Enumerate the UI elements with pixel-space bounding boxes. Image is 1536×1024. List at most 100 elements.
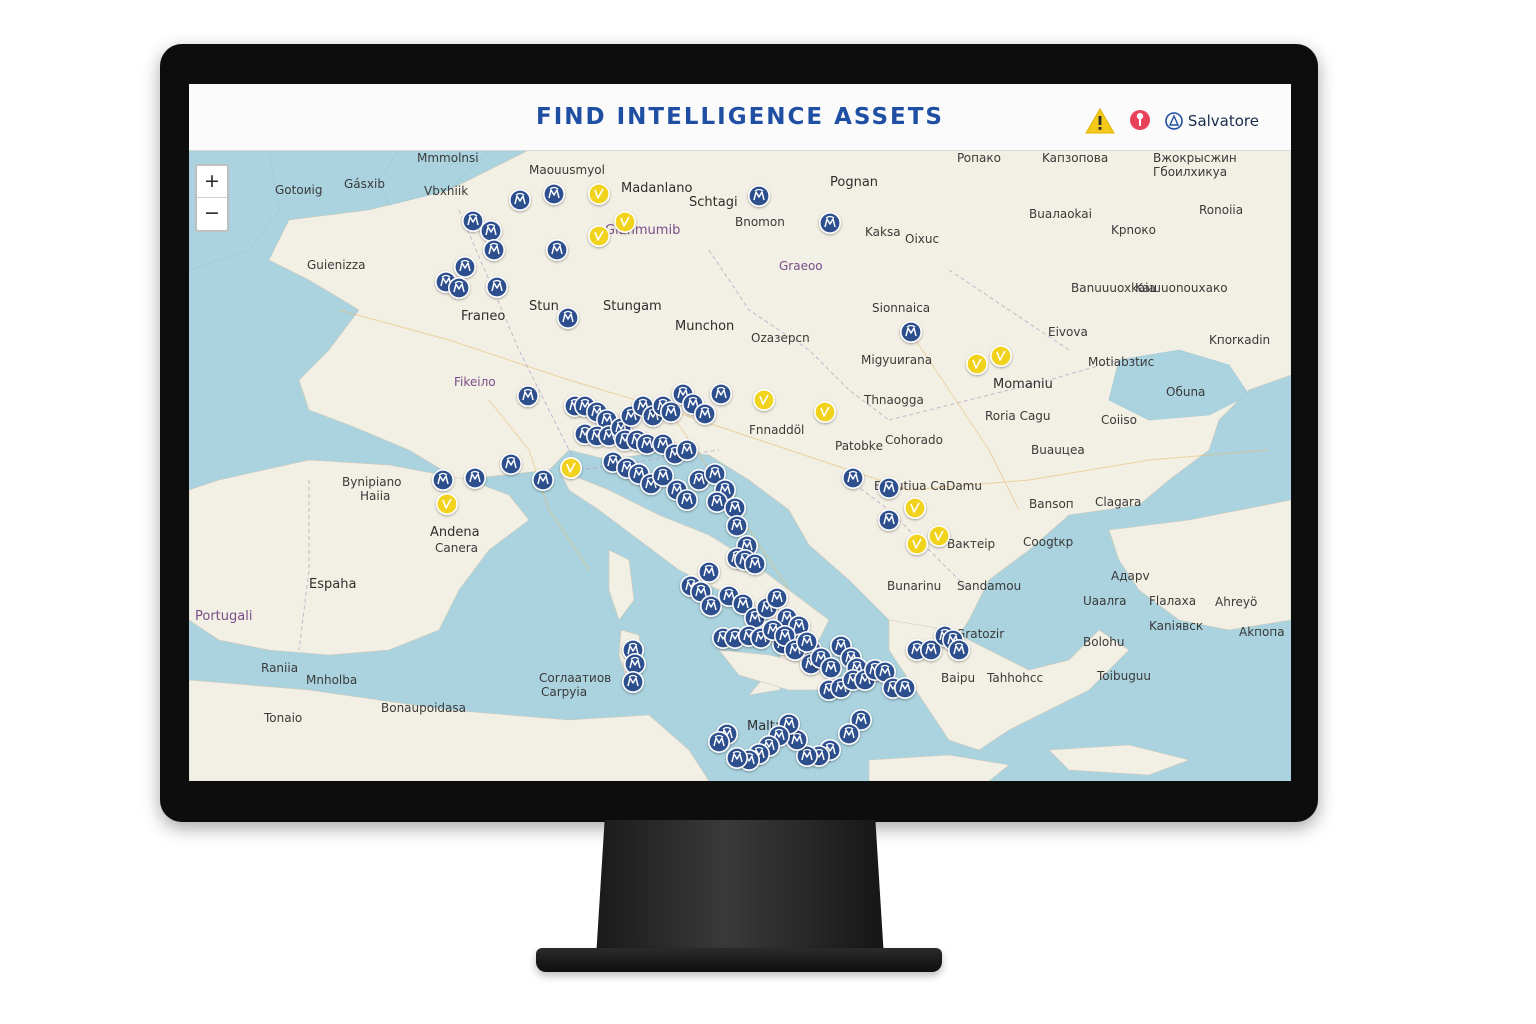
user-icon <box>1165 112 1183 130</box>
map-label: Tonaio <box>263 711 302 725</box>
intelligence-asset-blue-marker[interactable] <box>453 255 477 279</box>
intelligence-asset-blue-marker[interactable] <box>479 219 503 243</box>
map-label: Oixuc <box>905 232 939 246</box>
intelligence-asset-blue-marker[interactable] <box>482 238 506 262</box>
intelligence-asset-yellow-marker[interactable] <box>435 492 459 516</box>
map-label: Bolohu <box>1083 635 1124 649</box>
map-label: Coogtкр <box>1023 535 1073 549</box>
intelligence-asset-blue-marker[interactable] <box>947 638 971 662</box>
intelligence-asset-blue-marker[interactable] <box>508 188 532 212</box>
intelligence-asset-yellow-marker[interactable] <box>927 524 951 548</box>
intelligence-asset-blue-marker[interactable] <box>837 722 861 746</box>
map-label: Haiia <box>360 489 390 503</box>
map-label: Carpyia <box>541 685 587 699</box>
intelligence-asset-blue-marker[interactable] <box>743 552 767 576</box>
intelligence-asset-blue-marker[interactable] <box>725 514 749 538</box>
intelligence-asset-blue-marker[interactable] <box>516 384 540 408</box>
map-label: Aдaрv <box>1111 569 1150 583</box>
intelligence-asset-blue-marker[interactable] <box>819 656 843 680</box>
map-label: Motiabзtиc <box>1088 355 1154 369</box>
app-screen: FIND INTELLIGENCE ASSETS Salvatore + − M… <box>189 84 1291 781</box>
intelligence-asset-blue-marker[interactable] <box>499 452 523 476</box>
map-label: Kpnoкo <box>1111 223 1156 237</box>
intelligence-asset-blue-marker[interactable] <box>531 468 555 492</box>
intelligence-asset-blue-marker[interactable] <box>556 306 580 330</box>
intelligence-asset-blue-marker[interactable] <box>621 670 645 694</box>
intelligence-asset-yellow-marker[interactable] <box>752 388 776 412</box>
intelligence-asset-blue-marker[interactable] <box>659 400 683 424</box>
intelligence-asset-blue-marker[interactable] <box>899 320 923 344</box>
intelligence-asset-yellow-marker[interactable] <box>903 496 927 520</box>
map-label: Guienizza <box>307 258 366 272</box>
intelligence-asset-yellow-marker[interactable] <box>905 532 929 556</box>
map-label: Graeoo <box>779 259 823 273</box>
map-label: Bnomon <box>735 215 785 229</box>
map-label: Bynipiano <box>342 475 402 489</box>
map-label: Momaniu <box>993 377 1053 392</box>
intelligence-asset-yellow-marker[interactable] <box>587 224 611 248</box>
intelligence-asset-blue-marker[interactable] <box>747 184 771 208</box>
username-label: Salvatore <box>1187 112 1259 130</box>
map-label: Kaшuonouxaко <box>1135 281 1228 295</box>
zoom-out-button[interactable]: − <box>197 198 227 229</box>
map-label: Sionnaica <box>872 301 930 315</box>
map-label: Munchon <box>675 319 734 334</box>
map-label: Stun <box>529 299 559 314</box>
intelligence-asset-yellow-marker[interactable] <box>813 400 837 424</box>
map-label: Bansoп <box>1029 497 1074 511</box>
intelligence-asset-blue-marker[interactable] <box>697 560 721 584</box>
map-label: Toibuguu <box>1096 669 1151 683</box>
map-label: Maouusmyol <box>529 163 605 177</box>
intelligence-asset-blue-marker[interactable] <box>893 676 917 700</box>
map-label: Roria Cagu <box>985 409 1051 423</box>
location-pin-icon[interactable] <box>1129 109 1151 133</box>
map-zoom-control: + − <box>195 164 229 232</box>
intelligence-asset-blue-marker[interactable] <box>675 438 699 462</box>
map-label: Stungam <box>603 299 662 314</box>
map-canvas[interactable]: Mmmolnsi Maouusmyol Madanlano Schtagi Po… <box>189 150 1291 781</box>
intelligence-asset-yellow-marker[interactable] <box>613 210 637 234</box>
map-label: Bжoкpысжин <box>1153 151 1237 165</box>
map-label: Andena <box>430 525 480 540</box>
intelligence-asset-blue-marker[interactable] <box>725 746 749 770</box>
intelligence-asset-blue-marker[interactable] <box>877 508 901 532</box>
map-label: Gotoиig <box>275 183 322 197</box>
zoom-in-button[interactable]: + <box>197 166 227 198</box>
map-label: Ozaзepcn <box>751 331 810 345</box>
map-label: Fraпео <box>461 309 505 324</box>
intelligence-asset-blue-marker[interactable] <box>841 466 865 490</box>
intelligence-asset-blue-marker[interactable] <box>693 402 717 426</box>
map-label: Fnnaddöl <box>749 423 804 437</box>
map-label: Sandamou <box>957 579 1021 593</box>
map-label: Bonaupoidasa <box>381 701 466 715</box>
map-label: Espaha <box>309 577 356 592</box>
map-label: Mmmolnsi <box>417 151 479 165</box>
map-label: Bunarinu <box>887 579 941 593</box>
intelligence-asset-blue-marker[interactable] <box>765 586 789 610</box>
intelligence-asset-blue-marker[interactable] <box>877 476 901 500</box>
intelligence-asset-blue-marker[interactable] <box>485 275 509 299</box>
intelligence-asset-yellow-marker[interactable] <box>965 352 989 376</box>
map-label: Kaksa <box>865 225 901 239</box>
intelligence-asset-yellow-marker[interactable] <box>559 456 583 480</box>
user-menu[interactable]: Salvatore <box>1165 112 1259 130</box>
map-label: Schtagi <box>689 195 738 210</box>
intelligence-asset-blue-marker[interactable] <box>431 468 455 492</box>
map-label: Corлaaтиов <box>539 671 611 685</box>
intelligence-asset-yellow-marker[interactable] <box>587 182 611 206</box>
intelligence-asset-blue-marker[interactable] <box>707 730 731 754</box>
map-label: Portugali <box>195 609 252 624</box>
intelligence-asset-blue-marker[interactable] <box>545 238 569 262</box>
map-label: Buaлaokai <box>1029 207 1092 221</box>
intelligence-asset-blue-marker[interactable] <box>463 466 487 490</box>
intelligence-asset-blue-marker[interactable] <box>818 211 842 235</box>
intelligence-asset-blue-marker[interactable] <box>447 276 471 300</box>
intelligence-asset-blue-marker[interactable] <box>675 488 699 512</box>
intelligence-asset-blue-marker[interactable] <box>709 382 733 406</box>
intelligence-asset-yellow-marker[interactable] <box>989 344 1013 368</box>
warning-triangle-icon[interactable] <box>1085 108 1115 134</box>
intelligence-asset-blue-marker[interactable] <box>542 182 566 206</box>
map-label: Kaпзoпова <box>1042 151 1108 165</box>
map-label: Kпorкadin <box>1209 333 1270 347</box>
app-header: FIND INTELLIGENCE ASSETS Salvatore <box>189 84 1291 151</box>
